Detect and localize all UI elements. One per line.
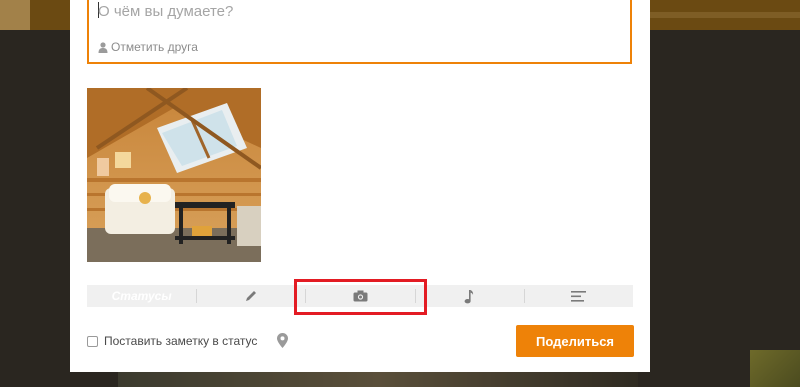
background-strip — [650, 12, 800, 18]
music-note-icon — [464, 289, 474, 303]
location-button[interactable] — [277, 333, 288, 353]
background-logo — [0, 0, 30, 30]
person-icon — [98, 41, 108, 53]
post-type-toolbar: Статусы — [87, 285, 633, 307]
status-note-checkbox[interactable] — [87, 335, 98, 347]
tab-music[interactable] — [414, 285, 524, 307]
attic-room-photo — [87, 88, 261, 262]
tab-photo[interactable] — [305, 285, 414, 307]
tab-statuses-label: Статусы — [111, 289, 172, 303]
post-composer-modal: О чём вы думаете? Отметить друга Статусы… — [70, 0, 650, 372]
camera-icon — [353, 290, 367, 302]
tab-statuses[interactable]: Статусы — [87, 285, 196, 307]
background-side-photo — [750, 350, 800, 387]
background-feed-photo — [118, 372, 638, 387]
status-note-label: Поставить заметку в статус — [104, 334, 258, 348]
attached-photo[interactable] — [87, 88, 261, 262]
tab-poll[interactable] — [523, 285, 633, 307]
post-text-box[interactable]: О чём вы думаете? Отметить друга — [87, 0, 632, 64]
post-placeholder: О чём вы думаете? — [98, 3, 234, 20]
tab-text[interactable] — [196, 285, 305, 307]
align-left-icon — [570, 290, 586, 302]
share-button[interactable]: Поделиться — [516, 325, 634, 357]
post-input[interactable]: О чём вы думаете? — [98, 2, 233, 20]
tag-friend-label: Отметить друга — [111, 40, 198, 54]
pencil-icon — [245, 291, 256, 301]
map-pin-icon — [277, 333, 288, 348]
status-note-option[interactable]: Поставить заметку в статус — [87, 334, 257, 348]
tag-friend-link[interactable]: Отметить друга — [98, 40, 198, 54]
